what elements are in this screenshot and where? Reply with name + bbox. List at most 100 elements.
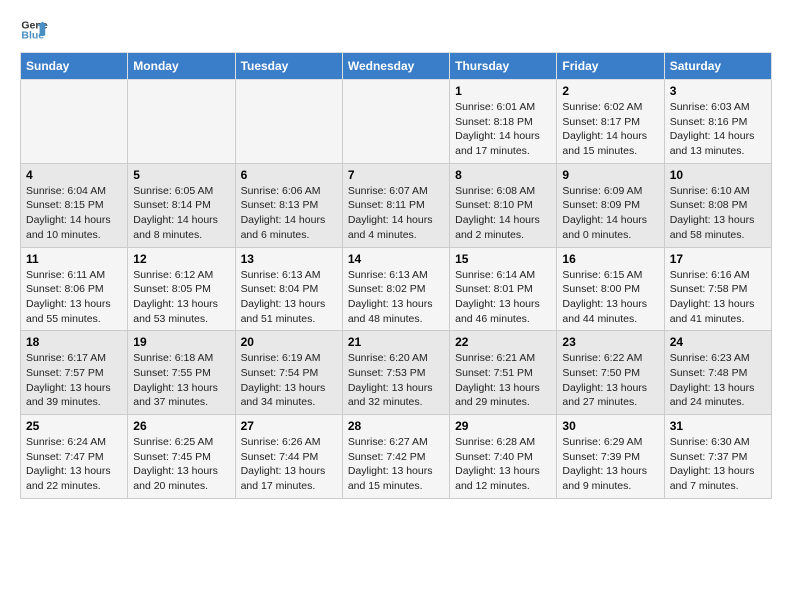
day-number: 4 bbox=[26, 168, 122, 182]
day-info: Sunrise: 6:19 AM Sunset: 7:54 PM Dayligh… bbox=[241, 351, 337, 410]
calendar-cell: 3Sunrise: 6:03 AM Sunset: 8:16 PM Daylig… bbox=[664, 80, 771, 164]
day-number: 16 bbox=[562, 252, 658, 266]
calendar-cell: 23 Sunrise: 6:22 AM Sunset: 7:50 PM Dayli… bbox=[557, 331, 664, 415]
weekday-header-wednesday: Wednesday bbox=[342, 53, 449, 80]
day-info: Sunrise: 6:11 AM Sunset: 8:06 PM Dayligh… bbox=[26, 268, 122, 327]
calendar-cell: 1 Sunrise: 6:01 AM Sunset: 8:18 PM Daylig… bbox=[450, 80, 557, 164]
day-info: Sunrise: 6:01 AM Sunset: 8:18 PM Dayligh… bbox=[455, 100, 551, 159]
day-number: 12 bbox=[133, 252, 229, 266]
day-info: Sunrise: 6:10 AM Sunset: 8:08 PM Dayligh… bbox=[670, 184, 766, 243]
day-number: 24 bbox=[670, 335, 766, 349]
day-number: 17 bbox=[670, 252, 766, 266]
day-number: 23 bbox=[562, 335, 658, 349]
weekday-header-tuesday: Tuesday bbox=[235, 53, 342, 80]
calendar-table: SundayMondayTuesdayWednesdayThursdayFrid… bbox=[20, 52, 772, 499]
day-number: 6 bbox=[241, 168, 337, 182]
day-info: Sunrise: 6:27 AM Sunset: 7:42 PM Dayligh… bbox=[348, 435, 444, 494]
calendar-cell: 10 Sunrise: 6:10 AM Sunset: 8:08 PM Dayli… bbox=[664, 163, 771, 247]
day-number: 27 bbox=[241, 419, 337, 433]
calendar-cell: 18 Sunrise: 6:17 AM Sunset: 7:57 PM Dayli… bbox=[21, 331, 128, 415]
day-info: Sunrise: 6:12 AM Sunset: 8:05 PM Dayligh… bbox=[133, 268, 229, 327]
day-number: 7 bbox=[348, 168, 444, 182]
day-info: Sunrise: 6:21 AM Sunset: 7:51 PM Dayligh… bbox=[455, 351, 551, 410]
day-info: Sunrise: 6:06 AM Sunset: 8:13 PM Dayligh… bbox=[241, 184, 337, 243]
day-number: 8 bbox=[455, 168, 551, 182]
day-info: Sunrise: 6:13 AM Sunset: 8:04 PM Dayligh… bbox=[241, 268, 337, 327]
day-info: Sunrise: 6:20 AM Sunset: 7:53 PM Dayligh… bbox=[348, 351, 444, 410]
day-number: 11 bbox=[26, 252, 122, 266]
day-number: 30 bbox=[562, 419, 658, 433]
day-info: Sunrise: 6:08 AM Sunset: 8:10 PM Dayligh… bbox=[455, 184, 551, 243]
calendar-cell: 29 Sunrise: 6:28 AM Sunset: 7:40 PM Dayli… bbox=[450, 415, 557, 499]
day-number: 18 bbox=[26, 335, 122, 349]
weekday-header-friday: Friday bbox=[557, 53, 664, 80]
day-info: Sunrise: 6:28 AM Sunset: 7:40 PM Dayligh… bbox=[455, 435, 551, 494]
calendar-week-1: 1 Sunrise: 6:01 AM Sunset: 8:18 PM Daylig… bbox=[21, 80, 772, 164]
calendar-cell: 20 Sunrise: 6:19 AM Sunset: 7:54 PM Dayli… bbox=[235, 331, 342, 415]
day-info: Sunrise: 6:13 AM Sunset: 8:02 PM Dayligh… bbox=[348, 268, 444, 327]
day-number: 25 bbox=[26, 419, 122, 433]
day-number: 14 bbox=[348, 252, 444, 266]
calendar-cell: 2Sunrise: 6:02 AM Sunset: 8:17 PM Daylig… bbox=[557, 80, 664, 164]
calendar-cell bbox=[235, 80, 342, 164]
day-info: Sunrise: 6:15 AM Sunset: 8:00 PM Dayligh… bbox=[562, 268, 658, 327]
calendar-cell: 22 Sunrise: 6:21 AM Sunset: 7:51 PM Dayli… bbox=[450, 331, 557, 415]
day-number: 29 bbox=[455, 419, 551, 433]
day-info: Sunrise: 6:25 AM Sunset: 7:45 PM Dayligh… bbox=[133, 435, 229, 494]
logo-icon: General Blue bbox=[20, 16, 48, 44]
calendar-cell: 5Sunrise: 6:05 AM Sunset: 8:14 PM Daylig… bbox=[128, 163, 235, 247]
day-info: Sunrise: 6:29 AM Sunset: 7:39 PM Dayligh… bbox=[562, 435, 658, 494]
calendar-cell: 27 Sunrise: 6:26 AM Sunset: 7:44 PM Dayli… bbox=[235, 415, 342, 499]
calendar-cell: 24 Sunrise: 6:23 AM Sunset: 7:48 PM Dayli… bbox=[664, 331, 771, 415]
calendar-cell bbox=[128, 80, 235, 164]
day-info: Sunrise: 6:18 AM Sunset: 7:55 PM Dayligh… bbox=[133, 351, 229, 410]
day-info: Sunrise: 6:02 AM Sunset: 8:17 PM Dayligh… bbox=[562, 100, 658, 159]
calendar-cell bbox=[342, 80, 449, 164]
day-info: Sunrise: 6:23 AM Sunset: 7:48 PM Dayligh… bbox=[670, 351, 766, 410]
calendar-cell: 12 Sunrise: 6:12 AM Sunset: 8:05 PM Dayli… bbox=[128, 247, 235, 331]
calendar-cell: 11 Sunrise: 6:11 AM Sunset: 8:06 PM Dayli… bbox=[21, 247, 128, 331]
weekday-header-thursday: Thursday bbox=[450, 53, 557, 80]
calendar-cell bbox=[21, 80, 128, 164]
weekday-header-sunday: Sunday bbox=[21, 53, 128, 80]
day-info: Sunrise: 6:04 AM Sunset: 8:15 PM Dayligh… bbox=[26, 184, 122, 243]
calendar-cell: 7 Sunrise: 6:07 AM Sunset: 8:11 PM Daylig… bbox=[342, 163, 449, 247]
day-info: Sunrise: 6:22 AM Sunset: 7:50 PM Dayligh… bbox=[562, 351, 658, 410]
calendar-cell: 8 Sunrise: 6:08 AM Sunset: 8:10 PM Daylig… bbox=[450, 163, 557, 247]
weekday-header-saturday: Saturday bbox=[664, 53, 771, 80]
calendar-cell: 19 Sunrise: 6:18 AM Sunset: 7:55 PM Dayli… bbox=[128, 331, 235, 415]
day-info: Sunrise: 6:17 AM Sunset: 7:57 PM Dayligh… bbox=[26, 351, 122, 410]
day-info: Sunrise: 6:07 AM Sunset: 8:11 PM Dayligh… bbox=[348, 184, 444, 243]
calendar-cell: 16 Sunrise: 6:15 AM Sunset: 8:00 PM Dayli… bbox=[557, 247, 664, 331]
day-info: Sunrise: 6:14 AM Sunset: 8:01 PM Dayligh… bbox=[455, 268, 551, 327]
day-info: Sunrise: 6:16 AM Sunset: 7:58 PM Dayligh… bbox=[670, 268, 766, 327]
calendar-cell: 30 Sunrise: 6:29 AM Sunset: 7:39 PM Dayli… bbox=[557, 415, 664, 499]
calendar-header: SundayMondayTuesdayWednesdayThursdayFrid… bbox=[21, 53, 772, 80]
calendar-week-2: 4 Sunrise: 6:04 AM Sunset: 8:15 PM Daylig… bbox=[21, 163, 772, 247]
day-number: 31 bbox=[670, 419, 766, 433]
day-number: 26 bbox=[133, 419, 229, 433]
calendar-cell: 15 Sunrise: 6:14 AM Sunset: 8:01 PM Dayli… bbox=[450, 247, 557, 331]
day-info: Sunrise: 6:03 AM Sunset: 8:16 PM Dayligh… bbox=[670, 100, 766, 159]
day-number: 20 bbox=[241, 335, 337, 349]
calendar-cell: 25Sunrise: 6:24 AM Sunset: 7:47 PM Dayli… bbox=[21, 415, 128, 499]
day-number: 1 bbox=[455, 84, 551, 98]
weekday-header-row: SundayMondayTuesdayWednesdayThursdayFrid… bbox=[21, 53, 772, 80]
calendar-cell: 6 Sunrise: 6:06 AM Sunset: 8:13 PM Daylig… bbox=[235, 163, 342, 247]
day-number: 22 bbox=[455, 335, 551, 349]
day-info: Sunrise: 6:09 AM Sunset: 8:09 PM Dayligh… bbox=[562, 184, 658, 243]
calendar-cell: 21Sunrise: 6:20 AM Sunset: 7:53 PM Dayli… bbox=[342, 331, 449, 415]
weekday-header-monday: Monday bbox=[128, 53, 235, 80]
calendar-body: 1 Sunrise: 6:01 AM Sunset: 8:18 PM Daylig… bbox=[21, 80, 772, 499]
calendar-cell: 26 Sunrise: 6:25 AM Sunset: 7:45 PM Dayli… bbox=[128, 415, 235, 499]
day-number: 10 bbox=[670, 168, 766, 182]
day-info: Sunrise: 6:26 AM Sunset: 7:44 PM Dayligh… bbox=[241, 435, 337, 494]
calendar-cell: 31Sunrise: 6:30 AM Sunset: 7:37 PM Dayli… bbox=[664, 415, 771, 499]
calendar-cell: 4 Sunrise: 6:04 AM Sunset: 8:15 PM Daylig… bbox=[21, 163, 128, 247]
day-number: 13 bbox=[241, 252, 337, 266]
header: General Blue bbox=[20, 16, 772, 44]
day-number: 9 bbox=[562, 168, 658, 182]
logo: General Blue bbox=[20, 16, 52, 44]
day-number: 19 bbox=[133, 335, 229, 349]
day-number: 15 bbox=[455, 252, 551, 266]
